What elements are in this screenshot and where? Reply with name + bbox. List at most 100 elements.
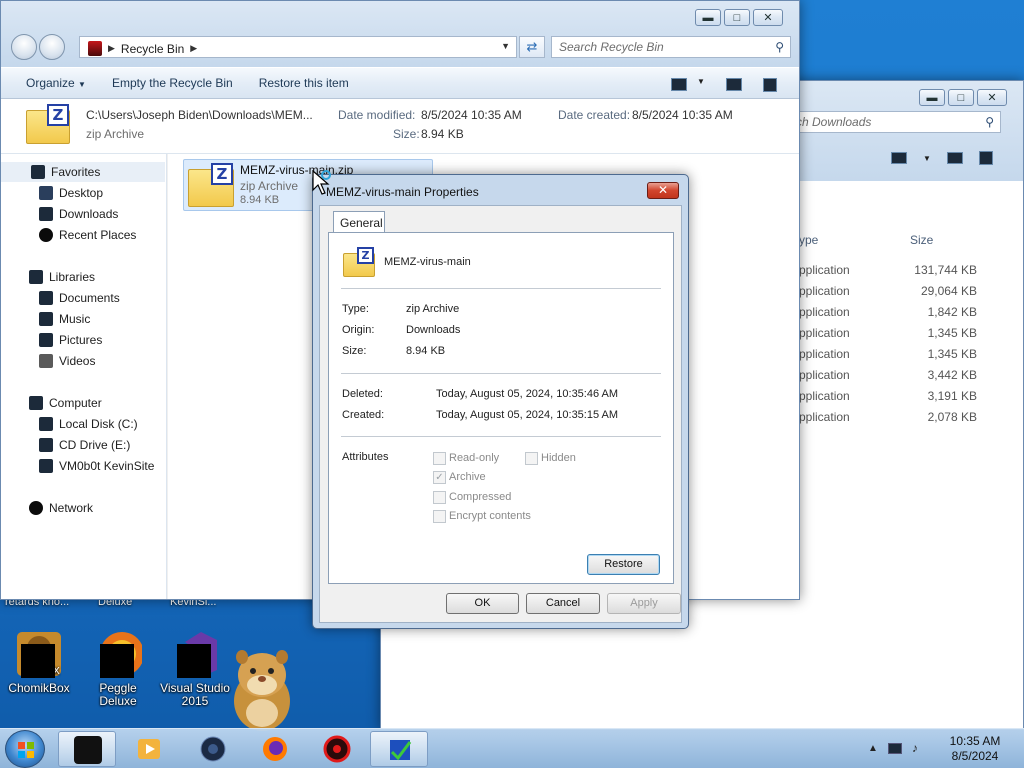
nav-documents[interactable]: Documents bbox=[39, 288, 120, 308]
file-size: 8.94 KB bbox=[240, 194, 280, 206]
chevron-right-icon[interactable]: ▶ bbox=[190, 43, 197, 54]
file-row-type[interactable]: pplication bbox=[799, 263, 850, 277]
chevron-right-icon[interactable]: ▶ bbox=[108, 43, 115, 54]
recycle-bin-caption-buttons: ▬ □ ✕ bbox=[695, 9, 783, 26]
preview-pane-icon[interactable] bbox=[726, 78, 742, 91]
chevron-down-icon[interactable]: ▼ bbox=[697, 77, 705, 86]
desktop-icon-visual-studio[interactable]: Visual Studio 2015 bbox=[157, 630, 233, 708]
nav-local-disk[interactable]: Local Disk (C:) bbox=[39, 414, 138, 434]
address-bar[interactable]: ▶ Recycle Bin ▶ ▼ bbox=[79, 36, 517, 58]
change-view-icon[interactable] bbox=[891, 152, 907, 164]
preview-pane-icon[interactable] bbox=[946, 152, 963, 164]
downloads-search-input[interactable]: rch Downloads ⚲ bbox=[785, 111, 1001, 133]
properties-dialog[interactable]: MEMZ-virus-main Properties ✕ General Z M… bbox=[312, 174, 689, 629]
desktop-icon-chomikbox[interactable]: X ChomikBox bbox=[1, 630, 77, 695]
address-dropdown-icon[interactable]: ▼ bbox=[501, 41, 510, 51]
minimize-button[interactable]: ▬ bbox=[919, 89, 945, 106]
taskbar-media-player-button[interactable] bbox=[120, 731, 178, 767]
clock[interactable]: 10:35 AM 8/5/2024 bbox=[940, 734, 1010, 764]
hamster-widget[interactable] bbox=[228, 645, 294, 733]
file-row-size[interactable]: 131,744 KB bbox=[887, 263, 977, 277]
ok-button[interactable]: OK bbox=[446, 593, 519, 614]
compressed-checkbox[interactable] bbox=[433, 491, 446, 504]
nav-favorites[interactable]: Favorites bbox=[1, 162, 165, 182]
taskbar-properties-button[interactable] bbox=[370, 731, 428, 767]
file-row-type[interactable]: pplication bbox=[799, 410, 850, 424]
readonly-checkbox[interactable] bbox=[433, 452, 446, 465]
nav-downloads[interactable]: Downloads bbox=[39, 204, 118, 224]
file-row-size[interactable]: 1,345 KB bbox=[887, 347, 977, 361]
nav-network-share[interactable]: VM0b0t KevinSite bbox=[39, 456, 154, 476]
nav-desktop[interactable]: Desktop bbox=[39, 183, 103, 203]
file-row-type[interactable]: pplication bbox=[799, 284, 850, 298]
help-icon[interactable] bbox=[978, 151, 993, 165]
taskbar-firefox-button[interactable] bbox=[246, 731, 304, 767]
desktop-icon-label: ChomikBox bbox=[8, 681, 70, 695]
taskbar-app-button[interactable] bbox=[308, 731, 366, 767]
file-row-type[interactable]: pplication bbox=[799, 305, 850, 319]
file-row-size[interactable]: 2,078 KB bbox=[887, 410, 977, 424]
nav-recent-places[interactable]: Recent Places bbox=[39, 225, 136, 245]
search-icon[interactable]: ⚲ bbox=[775, 40, 784, 54]
chevron-down-icon[interactable]: ▼ bbox=[923, 154, 931, 163]
hidden-label: Hidden bbox=[541, 452, 576, 464]
file-row-type[interactable]: pplication bbox=[799, 347, 850, 361]
file-row-size[interactable]: 29,064 KB bbox=[887, 284, 977, 298]
change-view-icon[interactable] bbox=[671, 78, 687, 91]
file-row-size[interactable]: 3,191 KB bbox=[887, 389, 977, 403]
start-button[interactable] bbox=[5, 730, 45, 768]
organize-button[interactable]: Organize ▼ bbox=[1, 76, 99, 90]
cancel-button[interactable]: Cancel bbox=[526, 593, 600, 614]
nav-cd-drive[interactable]: CD Drive (E:) bbox=[39, 435, 130, 455]
file-row-type[interactable]: pplication bbox=[799, 368, 850, 382]
search-icon[interactable]: ⚲ bbox=[985, 115, 994, 129]
file-row-type[interactable]: pplication bbox=[799, 389, 850, 403]
empty-recycle-bin-button[interactable]: Empty the Recycle Bin bbox=[99, 76, 246, 90]
search-placeholder: Search Recycle Bin bbox=[559, 40, 664, 54]
details-created-value: 8/5/2024 10:35 AM bbox=[632, 108, 733, 122]
hidden-checkbox[interactable] bbox=[525, 452, 538, 465]
size-label: Size: bbox=[342, 345, 367, 357]
back-button[interactable] bbox=[11, 34, 37, 60]
close-button[interactable]: ✕ bbox=[977, 89, 1007, 106]
tab-general[interactable]: General bbox=[333, 211, 385, 233]
taskbar-explorer-button[interactable] bbox=[58, 731, 116, 767]
created-label: Created: bbox=[342, 409, 385, 421]
network-drive-icon bbox=[39, 459, 53, 473]
breadcrumb-recycle-bin[interactable]: Recycle Bin bbox=[121, 42, 184, 56]
search-input[interactable]: Search Recycle Bin ⚲ bbox=[551, 36, 791, 58]
restore-item-button[interactable]: Restore this item bbox=[246, 76, 362, 90]
forward-button[interactable] bbox=[39, 34, 65, 60]
apply-button[interactable]: Apply bbox=[607, 593, 681, 614]
dialog-title: MEMZ-virus-main Properties bbox=[326, 185, 479, 199]
maximize-button[interactable]: □ bbox=[948, 89, 974, 106]
refresh-button[interactable]: ⇄ bbox=[519, 36, 545, 58]
nav-music[interactable]: Music bbox=[39, 309, 90, 329]
system-tray: ▲ ♪ bbox=[868, 741, 918, 755]
file-row-size[interactable]: 1,842 KB bbox=[887, 305, 977, 319]
file-row-type[interactable]: pplication bbox=[799, 326, 850, 340]
file-row-size[interactable]: 1,345 KB bbox=[887, 326, 977, 340]
close-button[interactable]: ✕ bbox=[647, 182, 679, 199]
encrypt-checkbox[interactable] bbox=[433, 510, 446, 523]
nav-videos[interactable]: Videos bbox=[39, 351, 95, 371]
desktop-icon-peggle[interactable]: Peggle Deluxe bbox=[80, 630, 156, 708]
restore-button[interactable]: Restore bbox=[587, 554, 660, 575]
network-status-icon[interactable] bbox=[887, 742, 902, 754]
file-row-size[interactable]: 3,442 KB bbox=[887, 368, 977, 382]
nav-computer[interactable]: Computer bbox=[29, 393, 102, 413]
nav-network[interactable]: Network bbox=[29, 498, 93, 518]
minimize-button[interactable]: ▬ bbox=[695, 9, 721, 26]
close-button[interactable]: ✕ bbox=[753, 9, 783, 26]
nav-libraries[interactable]: Libraries bbox=[29, 267, 95, 287]
volume-icon[interactable]: ♪ bbox=[912, 741, 918, 755]
column-header-size[interactable]: Size bbox=[910, 233, 933, 247]
help-icon[interactable] bbox=[763, 78, 777, 92]
show-hidden-icons-icon[interactable]: ▲ bbox=[868, 743, 878, 754]
archive-checkbox[interactable]: ✓ bbox=[433, 471, 446, 484]
zip-archive-icon: Z bbox=[343, 247, 375, 277]
taskbar-app-button[interactable] bbox=[184, 731, 242, 767]
maximize-button[interactable]: □ bbox=[724, 9, 750, 26]
column-header-type[interactable]: ype bbox=[799, 233, 818, 247]
nav-pictures[interactable]: Pictures bbox=[39, 330, 102, 350]
